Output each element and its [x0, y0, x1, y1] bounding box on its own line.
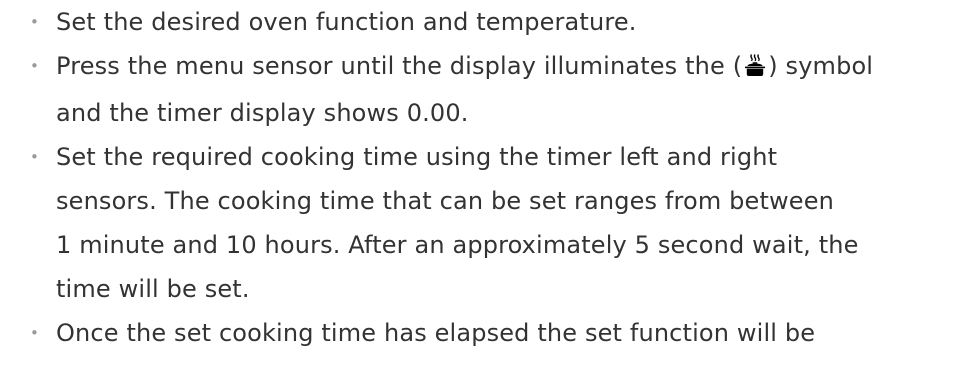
bullet: •: [30, 13, 39, 31]
instruction-list: • Set the desired oven function and temp…: [0, 0, 975, 355]
list-item: • Set the desired oven function and temp…: [0, 0, 975, 44]
bullet: •: [30, 324, 39, 342]
list-item-text: and the timer display shows 0.00.: [56, 99, 469, 127]
pot-steam-icon: [744, 47, 766, 91]
list-item-text: Set the required cooking time using the …: [56, 143, 778, 171]
list-item-text: Press the menu sensor until the display …: [56, 44, 975, 91]
list-item-text: sensors. The cooking time that can be se…: [56, 187, 834, 215]
list-item-text-part: ) symbol: [768, 52, 874, 80]
list-item-text: 1 minute and 10 hours. After an approxim…: [56, 231, 859, 259]
bullet: •: [30, 57, 39, 75]
bullet: •: [30, 148, 39, 166]
list-item: • Set the required cooking time using th…: [0, 135, 975, 311]
list-item: • Press the menu sensor until the displa…: [0, 44, 975, 135]
list-item-text: time will be set.: [56, 275, 250, 303]
list-item-text-part: Press the menu sensor until the display …: [56, 52, 743, 80]
list-item: • Once the set cooking time has elapsed …: [0, 311, 975, 355]
list-item-text: Once the set cooking time has elapsed th…: [56, 319, 816, 347]
list-item-text: Set the desired oven function and temper…: [56, 8, 637, 36]
